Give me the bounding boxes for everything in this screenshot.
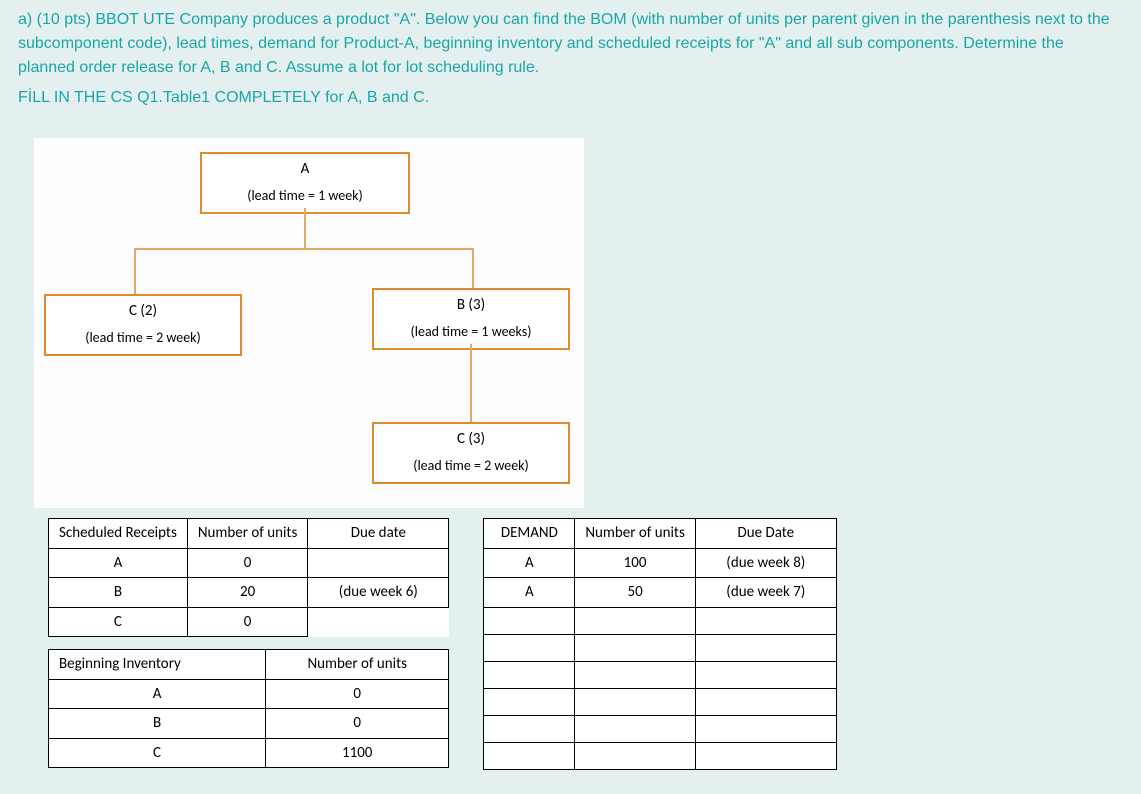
node-b3-title: B (3) xyxy=(374,294,568,317)
bom-diagram: A (lead time = 1 week) C (2) (lead time … xyxy=(34,138,584,508)
bom-node-c2: C (2) (lead time = 2 week) xyxy=(44,294,242,356)
table-row xyxy=(484,661,837,688)
table-row xyxy=(484,634,837,661)
table-row: A 50 (due week 7) xyxy=(484,578,837,608)
inv-h2: Number of units xyxy=(266,650,449,680)
table-row: A 100 (due week 8) xyxy=(484,548,837,578)
table-row: C 0 xyxy=(49,607,449,637)
table-row xyxy=(484,742,837,769)
table-row xyxy=(484,715,837,742)
node-c2-lead: (lead time = 2 week) xyxy=(46,327,240,348)
table-row: C 1100 xyxy=(49,738,449,768)
node-c2-title: C (2) xyxy=(46,300,240,323)
node-a-lead: (lead time = 1 week) xyxy=(202,185,408,206)
table-row xyxy=(484,607,837,634)
demand-h3: Due Date xyxy=(695,519,836,549)
question-text: a) (10 pts) BBOT UTE Company produces a … xyxy=(18,8,1123,80)
fill-instruction: FİLL IN THE CS Q1.Table1 COMPLETELY for … xyxy=(18,86,1123,110)
bom-node-b3: B (3) (lead time = 1 weeks) xyxy=(372,288,570,350)
inv-h1: Beginning Inventory xyxy=(49,650,266,680)
node-b3-lead: (lead time = 1 weeks) xyxy=(374,321,568,342)
sched-h3: Due date xyxy=(308,519,449,549)
demand-h2: Number of units xyxy=(575,519,696,549)
beginning-inventory-table: Beginning Inventory Number of units A 0 … xyxy=(48,649,449,768)
demand-h1: DEMAND xyxy=(484,519,575,549)
node-a-title: A xyxy=(202,158,408,181)
table-row: A 0 xyxy=(49,548,449,578)
bom-node-a: A (lead time = 1 week) xyxy=(200,152,410,214)
node-c3-lead: (lead time = 2 week) xyxy=(374,455,568,476)
sched-h1: Scheduled Receipts xyxy=(49,519,188,549)
sched-h2: Number of units xyxy=(187,519,308,549)
node-c3-title: C (3) xyxy=(374,428,568,451)
demand-table: DEMAND Number of units Due Date A 100 (d… xyxy=(483,518,837,770)
table-row: A 0 xyxy=(49,679,449,709)
scheduled-receipts-table: Scheduled Receipts Number of units Due d… xyxy=(48,518,449,637)
table-row: B 20 (due week 6) xyxy=(49,578,449,608)
table-row xyxy=(484,688,837,715)
table-row: B 0 xyxy=(49,709,449,739)
bom-node-c3: C (3) (lead time = 2 week) xyxy=(372,422,570,484)
